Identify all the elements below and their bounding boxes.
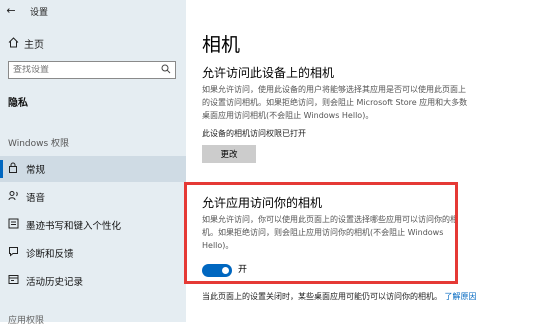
home-nav-item[interactable]: 主页 — [8, 36, 44, 51]
sidebar-item-label: 墨迹书写和键入个性化 — [26, 221, 122, 232]
device-section-description: 如果允许访问，使用此设备的用户将能够选择其应用是否可以使用此页面上的设置访问相机… — [202, 85, 468, 120]
sidebar-item-activity-history[interactable]: 活动历史记录 — [0, 268, 186, 294]
section-title: 隐私 — [8, 98, 28, 109]
sidebar-item-label: 活动历史记录 — [26, 277, 84, 288]
highlight-box — [184, 182, 458, 284]
feedback-icon — [0, 246, 26, 260]
home-icon — [8, 36, 24, 51]
sidebar-item-general[interactable]: 常规 — [0, 156, 186, 182]
active-indicator — [0, 160, 3, 178]
device-access-status: 此设备的相机访问权限已打开 — [202, 129, 306, 138]
search-input[interactable] — [9, 65, 157, 75]
sidebar: ← 设置 主页 隐私 Windows 权限 常规 语音 墨迹书写和键入个性化 — [0, 0, 186, 326]
page-title: 相机 — [202, 34, 241, 56]
sidebar-item-diagnostics[interactable]: 诊断和反馈 — [0, 240, 186, 266]
device-section-title: 允许访问此设备上的相机 — [202, 66, 335, 80]
partial-group-title: 应用权限 — [8, 316, 45, 326]
sidebar-item-label: 诊断和反馈 — [26, 249, 74, 260]
back-arrow-icon[interactable]: ← — [0, 0, 22, 22]
title-bar: ← 设置 — [0, 0, 186, 22]
search-box[interactable] — [8, 61, 176, 79]
home-label: 主页 — [24, 40, 44, 51]
group-title: Windows 权限 — [8, 139, 70, 149]
handwriting-icon — [0, 218, 26, 232]
search-icon[interactable] — [157, 64, 175, 77]
change-button[interactable]: 更改 — [202, 145, 256, 163]
sidebar-item-inking[interactable]: 墨迹书写和键入个性化 — [0, 212, 186, 238]
sidebar-item-speech[interactable]: 语音 — [0, 184, 186, 210]
learn-more-link[interactable]: 了解原因 — [445, 292, 477, 301]
app-title: 设置 — [30, 7, 49, 18]
sidebar-item-label: 常规 — [26, 165, 46, 176]
lock-icon — [0, 162, 26, 176]
voice-icon — [0, 190, 26, 204]
footer-text: 当此页面上的设置关闭时，某些桌面应用可能仍可以访问你的相机。 — [202, 292, 442, 301]
sidebar-item-label: 语音 — [26, 193, 46, 204]
footer-note: 当此页面上的设置关闭时，某些桌面应用可能仍可以访问你的相机。 了解原因 — [202, 290, 502, 303]
history-icon — [0, 274, 26, 288]
